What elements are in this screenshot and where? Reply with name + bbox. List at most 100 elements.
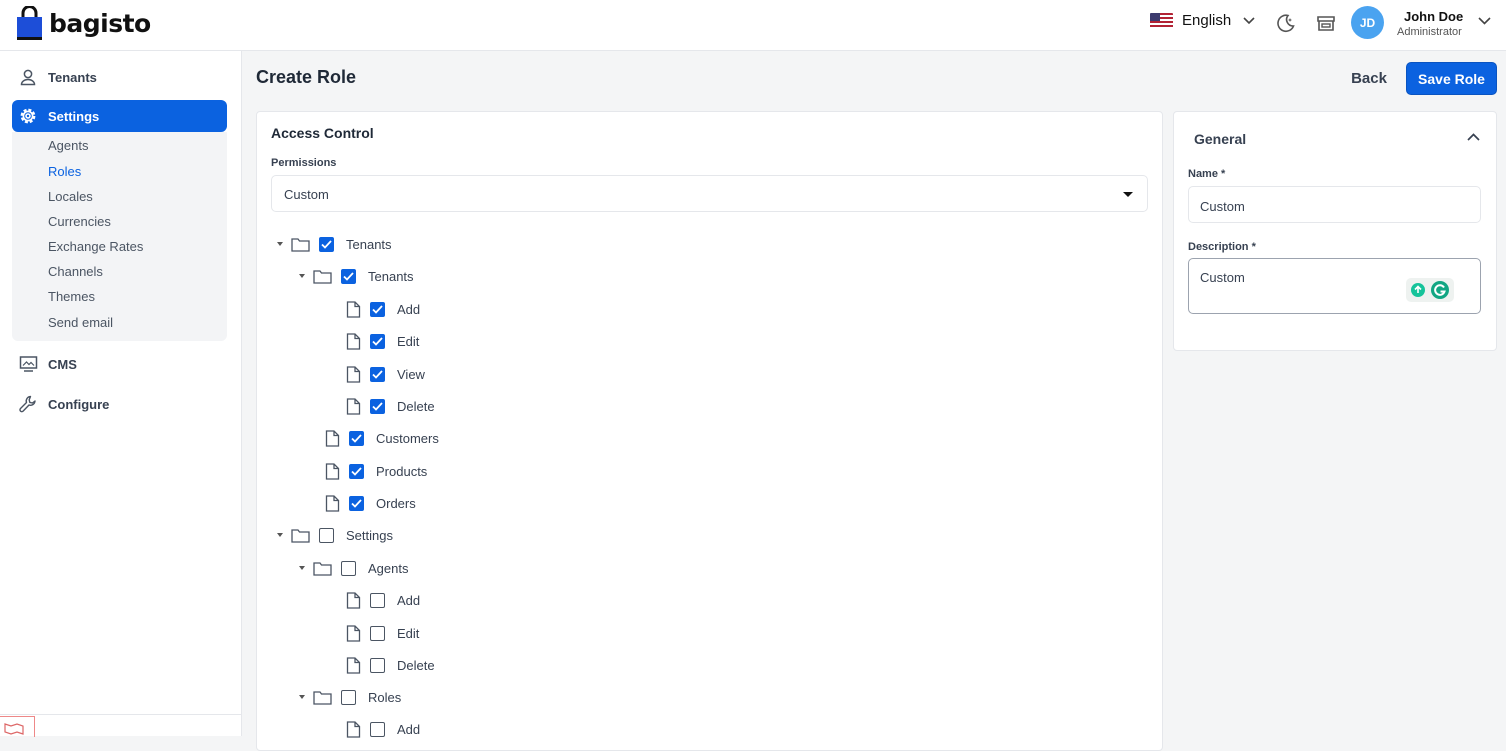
chevron-down-icon bbox=[1243, 16, 1255, 24]
access-control-card: Access Control Permissions Custom Tenant… bbox=[256, 111, 1163, 751]
file-icon bbox=[346, 591, 361, 609]
checkbox[interactable] bbox=[341, 560, 356, 576]
checkbox[interactable] bbox=[370, 366, 385, 382]
checkbox[interactable] bbox=[341, 689, 356, 705]
folder-icon bbox=[313, 269, 332, 284]
sidebar-item-label: Settings bbox=[48, 108, 100, 124]
checkbox[interactable] bbox=[370, 333, 385, 349]
tree-leaf-customers[interactable]: Customers bbox=[325, 427, 439, 449]
tree-leaf-delete[interactable]: Delete bbox=[346, 395, 435, 417]
checkbox[interactable] bbox=[319, 527, 334, 543]
shopping-bag-icon bbox=[17, 6, 42, 40]
submenu-item-themes[interactable]: Themes bbox=[48, 289, 95, 304]
tree-node-settings[interactable]: Settings bbox=[277, 524, 393, 546]
tree-node-label: Add bbox=[397, 301, 421, 317]
user-info[interactable]: John Doe Administrator bbox=[1397, 9, 1463, 38]
tree-node-label: Edit bbox=[397, 333, 420, 349]
permissions-value: Custom bbox=[284, 187, 329, 202]
tree-leaf-agents-delete[interactable]: Delete bbox=[346, 654, 435, 676]
tree-leaf-roles-add[interactable]: Add bbox=[346, 718, 420, 740]
sidebar-item-tenants[interactable]: Tenants bbox=[12, 61, 227, 93]
chevron-up-icon[interactable] bbox=[1467, 133, 1480, 141]
folder-icon bbox=[291, 528, 310, 543]
tree-node-label: Settings bbox=[346, 527, 393, 543]
user-name: John Doe bbox=[1404, 9, 1464, 24]
person-icon bbox=[18, 67, 38, 87]
tree-node-label: Delete bbox=[397, 657, 435, 673]
checkbox[interactable] bbox=[370, 398, 385, 414]
submenu-item-exchange-rates[interactable]: Exchange Rates bbox=[48, 239, 143, 254]
dark-mode-icon[interactable] bbox=[1275, 13, 1296, 34]
tree-leaf-edit[interactable]: Edit bbox=[346, 330, 419, 352]
checkbox[interactable] bbox=[370, 657, 385, 673]
tree-node-label: Delete bbox=[397, 398, 435, 414]
logo-text: bagisto bbox=[49, 9, 151, 38]
checkbox[interactable] bbox=[370, 625, 385, 641]
tree-leaf-add[interactable]: Add bbox=[346, 298, 420, 320]
folder-icon bbox=[291, 237, 310, 252]
submenu-item-send-email[interactable]: Send email bbox=[48, 315, 113, 330]
chevron-down-icon[interactable] bbox=[1478, 17, 1491, 25]
submenu-item-agents[interactable]: Agents bbox=[48, 138, 88, 153]
settings-submenu: Agents Roles Locales Currencies Exchange… bbox=[12, 132, 227, 341]
tree-node-label: Tenants bbox=[346, 236, 392, 252]
checkbox[interactable] bbox=[319, 236, 334, 252]
tree-node-label: View bbox=[397, 366, 425, 382]
sidebar-item-label: Configure bbox=[48, 396, 110, 412]
tree-node-label: Add bbox=[397, 721, 421, 737]
name-label: Name * bbox=[1188, 168, 1226, 180]
submenu-item-currencies[interactable]: Currencies bbox=[48, 214, 111, 229]
tree-leaf-agents-add[interactable]: Add bbox=[346, 589, 420, 611]
submenu-item-roles[interactable]: Roles bbox=[48, 164, 81, 179]
checkbox[interactable] bbox=[341, 268, 356, 284]
permissions-label: Permissions bbox=[271, 157, 337, 169]
checkbox[interactable] bbox=[370, 301, 385, 317]
tree-node-tenants-group[interactable]: Tenants bbox=[299, 265, 414, 287]
checkbox[interactable] bbox=[370, 721, 385, 737]
sidebar-item-configure[interactable]: Configure bbox=[12, 388, 227, 420]
sidebar-item-settings[interactable]: Settings bbox=[12, 100, 227, 132]
checkbox[interactable] bbox=[349, 463, 364, 479]
sidebar-footer-divider bbox=[0, 714, 241, 715]
access-control-title: Access Control bbox=[271, 125, 374, 141]
us-flag-icon bbox=[1150, 13, 1173, 28]
grammarly-icon[interactable] bbox=[1406, 278, 1454, 302]
storefront-icon[interactable] bbox=[1316, 13, 1336, 33]
expand-caret-icon[interactable] bbox=[299, 274, 305, 278]
tree-node-tenants[interactable]: Tenants bbox=[277, 233, 392, 255]
tree-node-agents[interactable]: Agents bbox=[299, 557, 408, 579]
checkbox[interactable] bbox=[370, 592, 385, 608]
save-role-button[interactable]: Save Role bbox=[1406, 62, 1497, 95]
tree-leaf-view[interactable]: View bbox=[346, 363, 425, 385]
tree-node-roles[interactable]: Roles bbox=[299, 686, 401, 708]
language-label: English bbox=[1182, 12, 1232, 29]
expand-caret-icon[interactable] bbox=[299, 695, 305, 699]
tree-node-label: Customers bbox=[376, 430, 439, 446]
description-label: Description * bbox=[1188, 241, 1256, 253]
tree-node-label: Roles bbox=[368, 689, 402, 705]
submenu-item-channels[interactable]: Channels bbox=[48, 264, 103, 279]
collapse-sidebar-icon[interactable] bbox=[0, 716, 35, 737]
name-input[interactable]: Custom bbox=[1188, 186, 1481, 223]
sidebar-item-label: CMS bbox=[48, 356, 77, 372]
permissions-select[interactable]: Custom bbox=[271, 175, 1148, 212]
tree-leaf-agents-edit[interactable]: Edit bbox=[346, 622, 419, 644]
avatar[interactable]: JD bbox=[1351, 6, 1384, 39]
expand-caret-icon[interactable] bbox=[277, 242, 283, 246]
description-textarea[interactable]: Custom bbox=[1188, 258, 1481, 314]
sidebar-item-label: Tenants bbox=[48, 69, 97, 85]
checkbox[interactable] bbox=[349, 495, 364, 511]
submenu-item-locales[interactable]: Locales bbox=[48, 189, 93, 204]
bagisto-logo[interactable]: bagisto bbox=[16, 6, 151, 41]
sidebar-item-cms[interactable]: CMS bbox=[12, 348, 227, 380]
back-button[interactable]: Back bbox=[1340, 62, 1398, 94]
checkbox[interactable] bbox=[349, 430, 364, 446]
expand-caret-icon[interactable] bbox=[277, 533, 283, 537]
tree-leaf-orders[interactable]: Orders bbox=[325, 492, 416, 514]
tree-leaf-products[interactable]: Products bbox=[325, 460, 427, 482]
language-switcher[interactable]: English bbox=[1150, 12, 1255, 29]
tree-node-label: Add bbox=[397, 592, 421, 608]
expand-caret-icon[interactable] bbox=[299, 566, 305, 570]
tree-node-label: Edit bbox=[397, 625, 420, 641]
folder-icon bbox=[313, 690, 332, 705]
